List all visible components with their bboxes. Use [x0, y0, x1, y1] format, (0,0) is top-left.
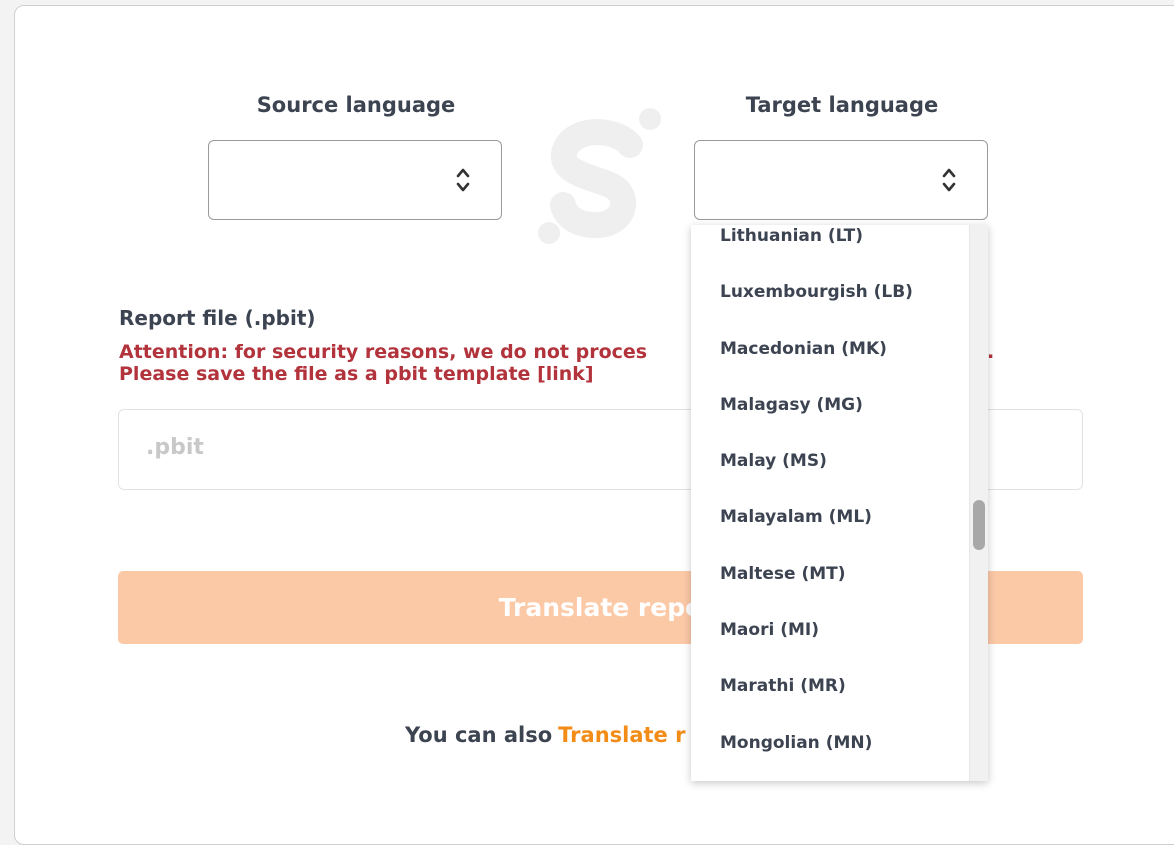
chevron-up-down-icon — [456, 168, 470, 192]
attention-text-line1-end: . — [987, 341, 995, 363]
language-option[interactable]: Malagasy (MG) — [691, 377, 969, 433]
alternative-option-text: You can also Translate r — [405, 723, 685, 747]
report-file-label: Report file (.pbit) — [119, 306, 316, 330]
target-language-dropdown[interactable]: Lithuanian (LT) Luxembourgish (LB) Maced… — [691, 225, 988, 781]
language-option[interactable]: Maori (MI) — [691, 602, 969, 658]
language-options-list: Lithuanian (LT) Luxembourgish (LB) Maced… — [691, 225, 969, 771]
language-option[interactable]: Lithuanian (LT) — [691, 225, 969, 264]
attention-text-line1: Attention: for security reasons, we do n… — [119, 341, 648, 363]
language-option[interactable]: Maltese (MT) — [691, 546, 969, 602]
file-input-placeholder: .pbit — [146, 435, 204, 460]
template-link[interactable]: [link] — [537, 363, 594, 385]
language-option[interactable]: Marathi (MR) — [691, 658, 969, 714]
alternative-translate-link[interactable]: Translate r — [558, 723, 685, 747]
source-language-select[interactable] — [208, 140, 502, 220]
dropdown-scrollbar[interactable] — [969, 225, 988, 781]
source-language-label: Source language — [256, 93, 456, 117]
language-option[interactable]: Macedonian (MK) — [691, 321, 969, 377]
brand-logo-icon — [538, 108, 661, 244]
language-option[interactable]: Luxembourgish (LB) — [691, 264, 969, 320]
attention-text-line2: Please save the file as a pbit template — [119, 363, 538, 385]
also-text: You can also — [405, 723, 553, 747]
target-language-label: Target language — [745, 93, 939, 117]
chevron-up-down-icon — [942, 168, 956, 192]
scrollbar-thumb[interactable] — [973, 500, 985, 550]
language-option[interactable]: Mongolian (MN) — [691, 715, 969, 771]
language-option[interactable]: Malay (MS) — [691, 433, 969, 489]
target-language-select[interactable] — [694, 140, 988, 220]
language-option[interactable]: Malayalam (ML) — [691, 489, 969, 545]
